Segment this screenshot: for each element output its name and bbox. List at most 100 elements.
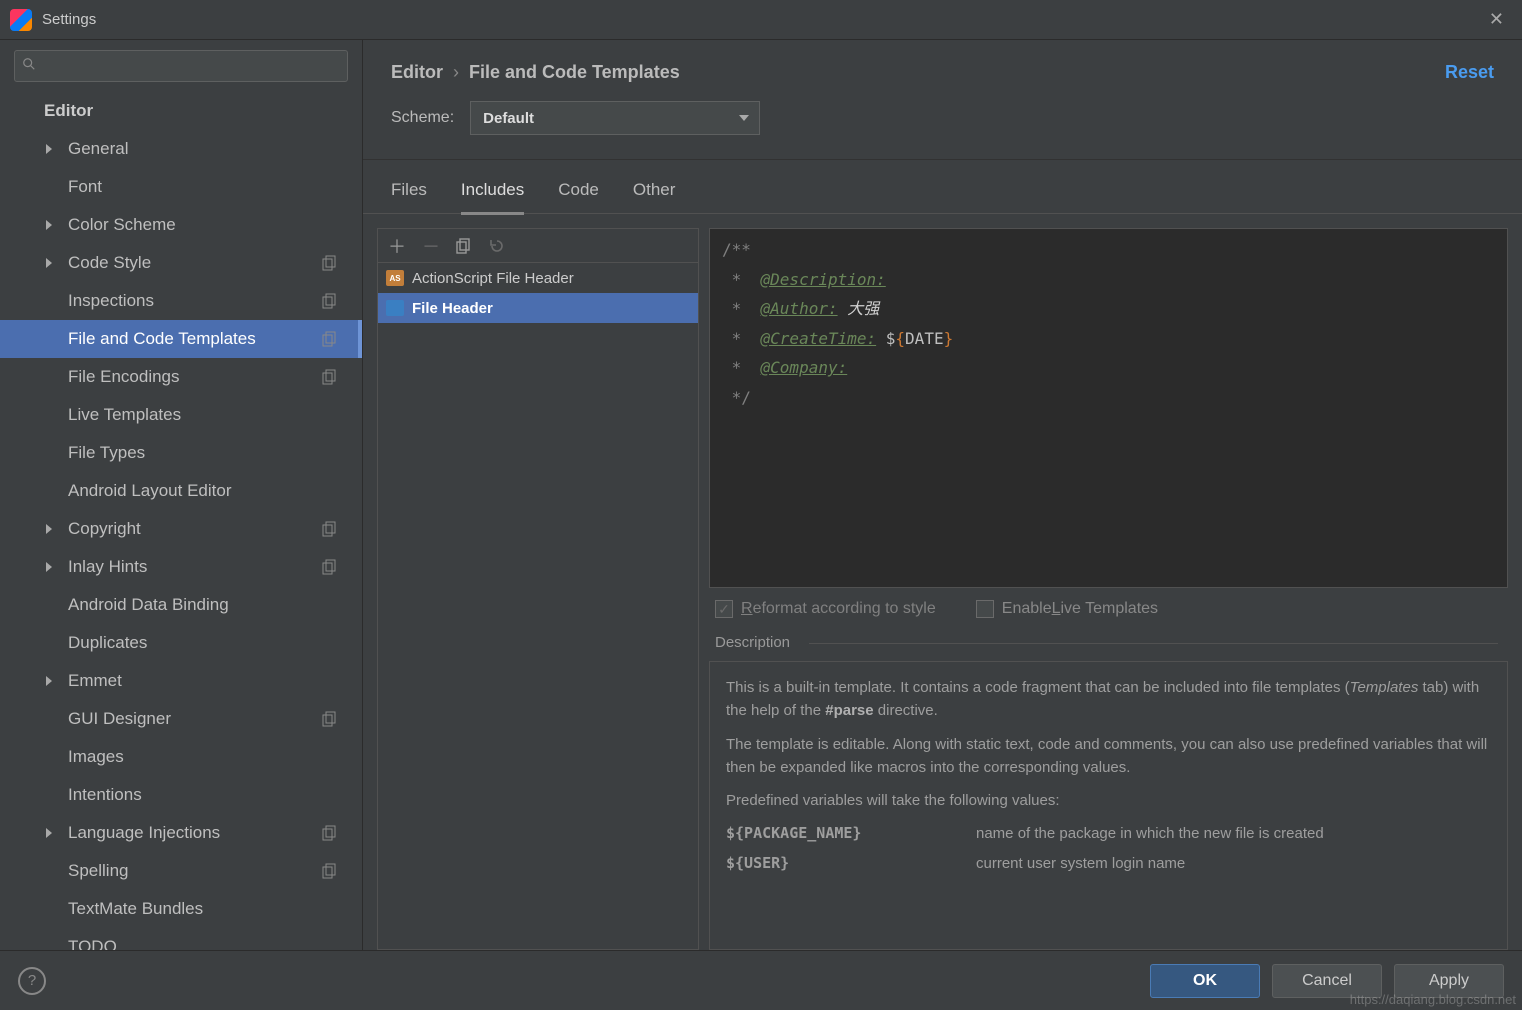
project-scope-icon: [322, 255, 338, 271]
tree-item-label: TODO: [68, 937, 117, 950]
template-tabs: Files Includes Code Other: [363, 160, 1522, 214]
close-icon[interactable]: ✕: [1481, 5, 1512, 34]
app-icon: [10, 9, 32, 31]
tree-item[interactable]: TODO: [0, 928, 362, 950]
tree-item[interactable]: GUI Designer: [0, 700, 362, 738]
help-button[interactable]: ?: [18, 967, 46, 995]
scheme-label: Scheme:: [391, 109, 454, 127]
tree-item-label: TextMate Bundles: [68, 899, 203, 919]
tree-item[interactable]: TextMate Bundles: [0, 890, 362, 928]
reset-link[interactable]: Reset: [1445, 62, 1494, 83]
var-desc: name of the package in which the new fil…: [976, 822, 1324, 845]
chevron-down-icon: [739, 115, 749, 121]
file-icon: AS: [386, 270, 404, 286]
tree-item-label: GUI Designer: [68, 709, 171, 729]
tree-item-label: Emmet: [68, 671, 122, 691]
tab-files[interactable]: Files: [391, 180, 427, 213]
reformat-checkbox[interactable]: ✓Reformat according to style: [715, 600, 936, 618]
scheme-value: Default: [483, 110, 534, 127]
template-row[interactable]: File Header: [378, 293, 698, 323]
tree-item[interactable]: File Types: [0, 434, 362, 472]
tree-item[interactable]: Language Injections: [0, 814, 362, 852]
tab-code[interactable]: Code: [558, 180, 599, 213]
tree-item[interactable]: Inlay Hints: [0, 548, 362, 586]
tree-item[interactable]: Font: [0, 168, 362, 206]
tree-item[interactable]: Color Scheme: [0, 206, 362, 244]
tree-item[interactable]: Inspections: [0, 282, 362, 320]
tree-item-label: Spelling: [68, 861, 129, 881]
tree-item[interactable]: Spelling: [0, 852, 362, 890]
window-title: Settings: [42, 11, 96, 28]
tree-item-label: Language Injections: [68, 823, 220, 843]
tree-item-label: Code Style: [68, 253, 151, 273]
settings-tree[interactable]: Editor General Font Color Scheme Code Style…: [0, 88, 362, 950]
tree-item-label: File Types: [68, 443, 145, 463]
tree-item[interactable]: Images: [0, 738, 362, 776]
project-scope-icon: [322, 331, 338, 347]
chevron-right-icon: [46, 220, 52, 230]
tree-item-label: File Encodings: [68, 367, 180, 387]
chevron-right-icon: [46, 676, 52, 686]
tree-item[interactable]: Android Data Binding: [0, 586, 362, 624]
chevron-right-icon: [46, 258, 52, 268]
template-label: File Header: [412, 300, 493, 317]
tree-item[interactable]: Emmet: [0, 662, 362, 700]
template-label: ActionScript File Header: [412, 270, 574, 287]
tree-item[interactable]: Duplicates: [0, 624, 362, 662]
tree-item-label: Font: [68, 177, 102, 197]
tree-item[interactable]: General: [0, 130, 362, 168]
template-editor[interactable]: /** * @Description: * @Author: 大强 * @Cre…: [709, 228, 1508, 588]
tree-item[interactable]: Android Layout Editor: [0, 472, 362, 510]
project-scope-icon: [322, 863, 338, 879]
tree-item-label: Intentions: [68, 785, 142, 805]
search-input[interactable]: [14, 50, 348, 82]
project-scope-icon: [322, 711, 338, 727]
project-scope-icon: [322, 293, 338, 309]
tree-root-label: Editor: [44, 101, 93, 121]
tree-item-label: Inspections: [68, 291, 154, 311]
project-scope-icon: [322, 369, 338, 385]
live-templates-checkbox[interactable]: Enable Live Templates: [976, 600, 1158, 618]
tree-item-label: Android Data Binding: [68, 595, 229, 615]
var-desc: current user system login name: [976, 852, 1185, 875]
var-key: ${USER}: [726, 852, 976, 875]
tab-includes[interactable]: Includes: [461, 180, 524, 215]
var-key: ${PACKAGE_NAME}: [726, 822, 976, 845]
search-icon: [22, 57, 36, 71]
add-template-button[interactable]: ＋: [388, 233, 406, 259]
scheme-combo[interactable]: Default: [470, 101, 760, 135]
ok-button[interactable]: OK: [1150, 964, 1260, 998]
description-heading: Description: [709, 630, 1508, 655]
watermark: https://daqiang.blog.csdn.net: [1350, 992, 1516, 1007]
tree-item-label: Inlay Hints: [68, 557, 147, 577]
tree-item[interactable]: File Encodings: [0, 358, 362, 396]
revert-template-button[interactable]: [488, 238, 504, 254]
template-row[interactable]: AS ActionScript File Header: [378, 263, 698, 293]
tree-item[interactable]: Code Style: [0, 244, 362, 282]
chevron-right-icon: [46, 828, 52, 838]
tree-item[interactable]: Intentions: [0, 776, 362, 814]
tree-item-label: Images: [68, 747, 124, 767]
tab-other[interactable]: Other: [633, 180, 676, 213]
remove-template-button[interactable]: －: [422, 233, 440, 259]
tree-item[interactable]: File and Code Templates: [0, 320, 362, 358]
tree-item-label: Duplicates: [68, 633, 147, 653]
chevron-right-icon: [46, 524, 52, 534]
tree-item[interactable]: Live Templates: [0, 396, 362, 434]
tree-item-label: File and Code Templates: [68, 329, 256, 349]
project-scope-icon: [322, 521, 338, 537]
tree-item-label: General: [68, 139, 128, 159]
tree-item[interactable]: Copyright: [0, 510, 362, 548]
breadcrumb: Editor›File and Code Templates: [391, 62, 680, 83]
tree-item-label: Live Templates: [68, 405, 181, 425]
copy-template-button[interactable]: [456, 238, 472, 254]
tree-root-editor[interactable]: Editor: [0, 92, 362, 130]
project-scope-icon: [322, 559, 338, 575]
description-box: This is a built-in template. It contains…: [709, 661, 1508, 950]
tree-item-label: Color Scheme: [68, 215, 176, 235]
chevron-right-icon: [46, 144, 52, 154]
file-icon: [386, 300, 404, 316]
chevron-right-icon: [46, 562, 52, 572]
project-scope-icon: [322, 825, 338, 841]
template-list[interactable]: AS ActionScript File Header File Header: [378, 263, 698, 949]
